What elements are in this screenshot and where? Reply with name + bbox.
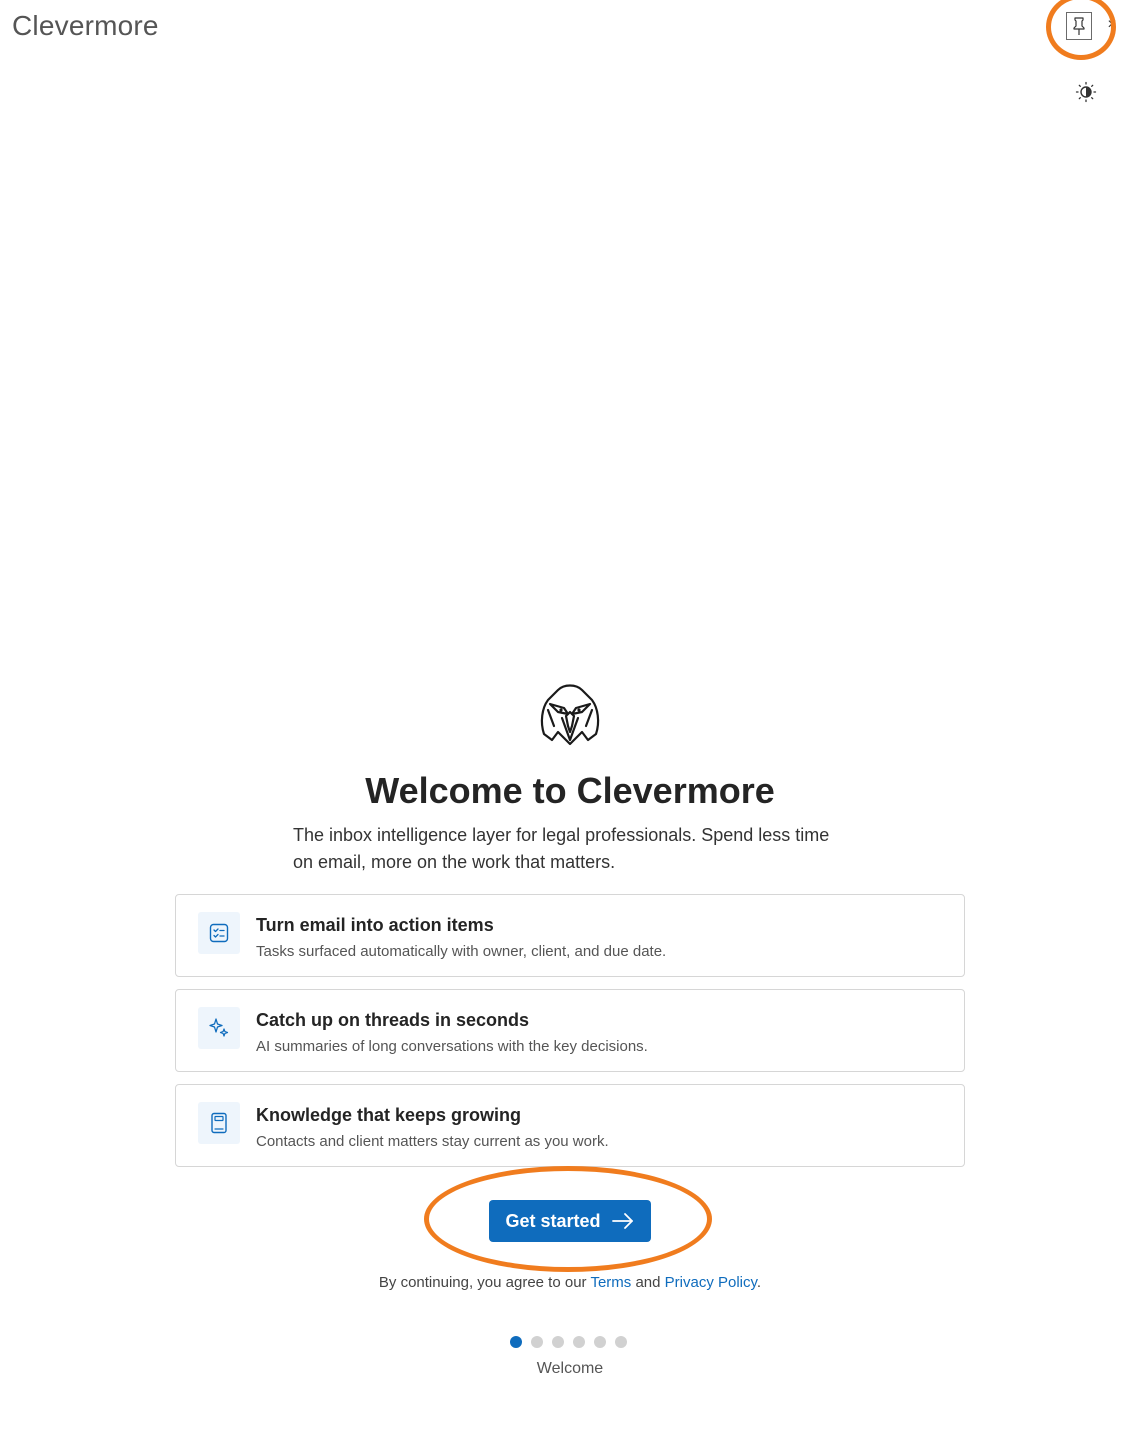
legal-prefix: By continuing, you agree to our: [378, 1274, 591, 1291]
legal-middle: and: [631, 1274, 665, 1291]
step-dot-6[interactable]: [615, 1336, 627, 1348]
feature-title: Turn email into action items: [256, 915, 494, 935]
feature-card-action-items: Turn email into action items Tasks surfa…: [175, 894, 965, 977]
get-started-label: Get started: [505, 1210, 601, 1231]
close-button[interactable]: ×: [1104, 16, 1120, 34]
feature-description: Tasks surfaced automatically with owner,…: [256, 943, 667, 960]
feature-title: Knowledge that keeps growing: [256, 1105, 522, 1125]
step-dot-5[interactable]: [594, 1336, 606, 1348]
step-dot-3[interactable]: [552, 1336, 564, 1348]
arrow-right-icon: [611, 1213, 633, 1229]
feature-description: Contacts and client matters stay current…: [256, 1133, 609, 1150]
feature-card-knowledge: Knowledge that keeps growing Contacts an…: [175, 1084, 965, 1167]
app-title: Clevermore: [12, 10, 159, 41]
get-started-button[interactable]: Get started: [489, 1200, 651, 1242]
legal-notice: By continuing, you agree to our Terms an…: [0, 1274, 1127, 1291]
pin-button[interactable]: [1066, 12, 1092, 40]
theme-toggle-icon: [1075, 81, 1097, 103]
step-indicator: [510, 1336, 627, 1348]
theme-toggle-button[interactable]: [1074, 80, 1098, 104]
pin-icon: [1073, 17, 1085, 35]
step-dot-1[interactable]: [510, 1336, 522, 1348]
step-dot-4[interactable]: [573, 1336, 585, 1348]
task-list-icon: [198, 912, 240, 954]
eagle-logo-icon: [540, 684, 600, 746]
notebook-icon: [198, 1102, 240, 1144]
step-dot-2[interactable]: [531, 1336, 543, 1348]
feature-title: Catch up on threads in seconds: [256, 1010, 530, 1030]
step-label: Welcome: [536, 1360, 604, 1377]
feature-card-summaries: Catch up on threads in seconds AI summar…: [175, 989, 965, 1072]
privacy-policy-link[interactable]: Privacy Policy: [665, 1274, 757, 1291]
sparkle-icon: [198, 1007, 240, 1049]
welcome-title: Welcome to Clevermore: [365, 770, 775, 811]
feature-description: AI summaries of long conversations with …: [256, 1038, 648, 1055]
terms-link[interactable]: Terms: [590, 1274, 631, 1291]
welcome-subtitle: The inbox intelligence layer for legal p…: [293, 825, 830, 872]
legal-suffix: .: [756, 1274, 762, 1291]
